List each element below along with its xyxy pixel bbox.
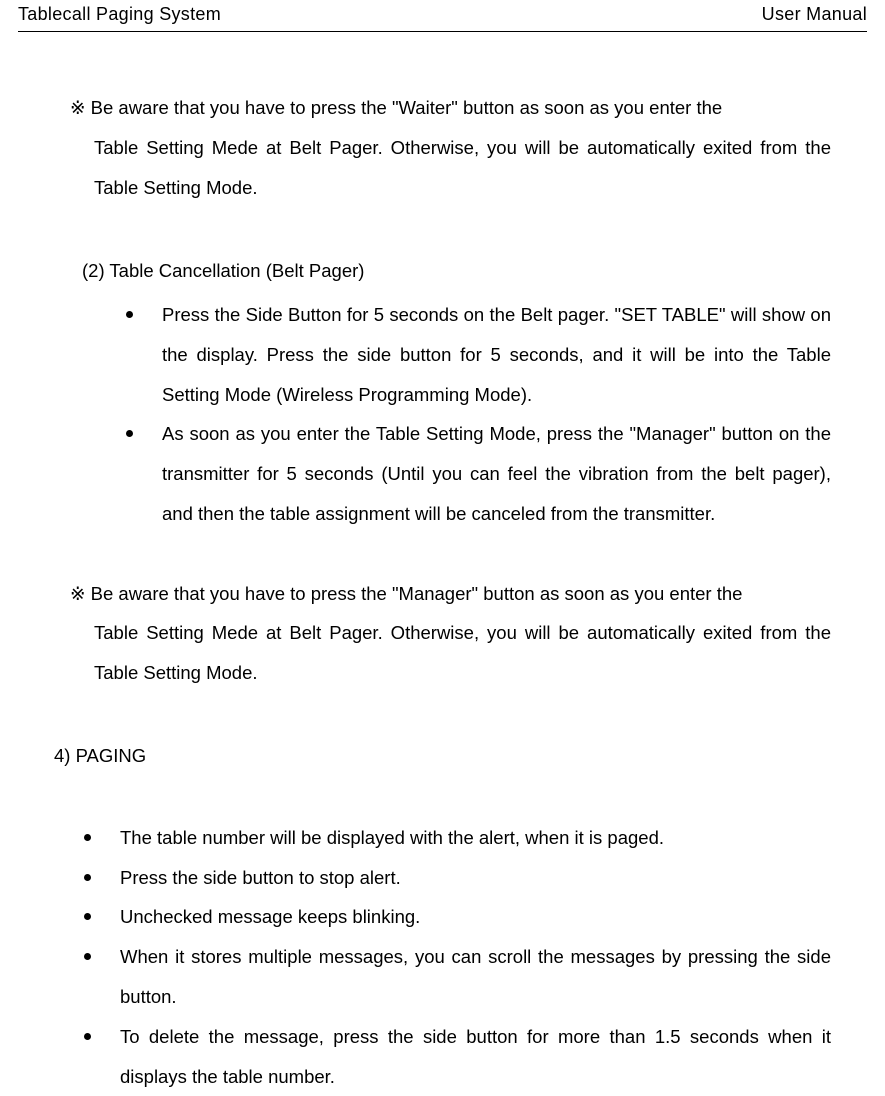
header-left: Tablecall Paging System xyxy=(18,4,221,25)
list-item: When it stores multiple messages, you ca… xyxy=(82,937,831,1017)
note-manager-rest: Table Setting Mede at Belt Pager. Otherw… xyxy=(70,613,831,693)
note-manager-line1: ※ Be aware that you have to press the "M… xyxy=(70,574,831,614)
note-waiter: ※ Be aware that you have to press the "W… xyxy=(70,88,831,207)
page-content: ※ Be aware that you have to press the "W… xyxy=(18,32,867,1096)
page-header: Tablecall Paging System User Manual xyxy=(18,0,867,32)
subsection-table-cancellation: (2) Table Cancellation (Belt Pager) Pres… xyxy=(82,251,831,533)
cancellation-bullets: Press the Side Button for 5 seconds on t… xyxy=(124,295,831,534)
list-item: Unchecked message keeps blinking. xyxy=(82,897,831,937)
note-manager: ※ Be aware that you have to press the "M… xyxy=(70,574,831,693)
list-item: As soon as you enter the Table Setting M… xyxy=(124,414,831,533)
section-paging-heading: 4) PAGING xyxy=(54,737,831,774)
list-item: To delete the message, press the side bu… xyxy=(82,1017,831,1096)
list-item: Press the Side Button for 5 seconds on t… xyxy=(124,295,831,414)
paging-bullets: The table number will be displayed with … xyxy=(82,818,831,1096)
list-item: Press the side button to stop alert. xyxy=(82,858,831,898)
note-waiter-rest: Table Setting Mede at Belt Pager. Otherw… xyxy=(70,128,831,208)
subsection-title: (2) Table Cancellation (Belt Pager) xyxy=(82,251,831,291)
header-right: User Manual xyxy=(762,4,867,25)
list-item: The table number will be displayed with … xyxy=(82,818,831,858)
note-waiter-line1: ※ Be aware that you have to press the "W… xyxy=(70,88,831,128)
